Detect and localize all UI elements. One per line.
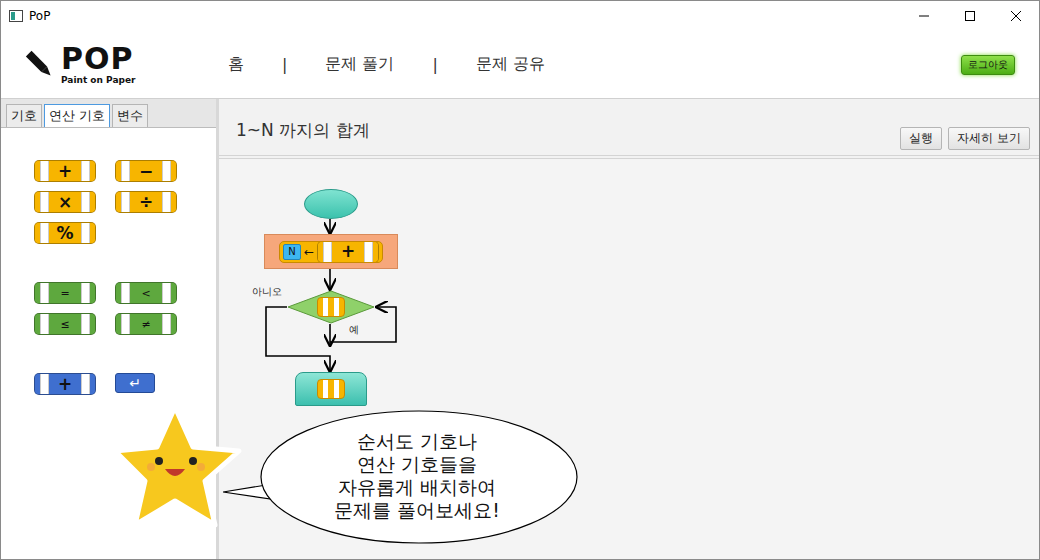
block-symbol: < — [130, 283, 162, 303]
block-symbol: ≤ — [49, 314, 81, 334]
palette-group: = < ≤ ≠ — [34, 282, 216, 335]
palette-block[interactable]: − — [115, 160, 177, 182]
palette-block[interactable]: ≠ — [115, 313, 177, 335]
tab-row: 기호연산 기호변수 — [1, 99, 216, 128]
start-node[interactable] — [304, 189, 358, 219]
operator-block[interactable]: + — [317, 241, 379, 263]
action-buttons: 실행 자세히 보기 — [900, 127, 1030, 150]
minimize-icon — [919, 11, 929, 21]
close-button[interactable] — [993, 1, 1039, 31]
problem-title: 1~N 까지의 합계 — [236, 119, 370, 142]
palette-block[interactable]: × — [34, 191, 96, 213]
block-symbol: + — [49, 374, 81, 394]
palette-block[interactable]: % — [34, 222, 96, 244]
palette-block[interactable]: < — [115, 282, 177, 304]
bubble-line: 순서도 기호나 — [357, 430, 477, 453]
logo-tagline: Paint on Paper — [61, 76, 136, 85]
nav-separator: | — [282, 55, 287, 74]
decision-node[interactable] — [287, 290, 375, 324]
palette-block[interactable]: = — [34, 282, 96, 304]
condition-slot[interactable] — [317, 297, 345, 317]
maximize-button[interactable] — [947, 1, 993, 31]
output-node[interactable] — [295, 372, 367, 406]
logout-button[interactable]: 로그아웃 — [961, 55, 1015, 75]
mascot-hint: 순서도 기호나연산 기호들을자유롭게 배치하여문제를 풀어보세요! — [113, 401, 583, 546]
nav-item[interactable]: 홈 — [228, 54, 244, 75]
assign-block[interactable]: N← + — [279, 241, 383, 263]
palette: +−×÷%=<≤≠+↵ — [1, 128, 216, 395]
header: POP Paint on Paper 홈 | 문제 풀기 | 문제 공유 로그아웃 — [1, 31, 1039, 99]
window-title: PoP — [29, 9, 895, 23]
window-controls — [901, 1, 1039, 31]
action-button[interactable]: 실행 — [900, 127, 942, 150]
block-symbol: = — [49, 283, 81, 303]
palette-group: + − × ÷% — [34, 160, 216, 244]
assign-arrow: ← — [304, 245, 314, 259]
variable-chip[interactable]: N — [283, 244, 301, 260]
sidebar-tab[interactable]: 변수 — [112, 104, 148, 127]
star-mascot-icon — [113, 403, 245, 531]
pencil-icon — [23, 48, 57, 82]
palette-block[interactable]: + — [34, 160, 96, 182]
logo-name: POP — [61, 44, 136, 74]
logo[interactable]: POP Paint on Paper — [23, 44, 228, 85]
block-symbol: − — [130, 161, 162, 181]
maximize-icon — [965, 11, 975, 21]
speech-bubble: 순서도 기호나연산 기호들을자유롭게 배치하여문제를 풀어보세요! — [258, 409, 576, 543]
nav-item[interactable]: 문제 공유 — [476, 54, 545, 75]
minimize-button[interactable] — [901, 1, 947, 31]
title-bar: PoP — [1, 1, 1039, 31]
palette-key[interactable]: ↵ — [115, 373, 155, 393]
palette-group: +↵ — [34, 373, 216, 395]
problem-bar: 1~N 까지의 합계 실행 자세히 보기 — [219, 99, 1039, 159]
block-symbol: + — [49, 161, 81, 181]
bubble-line: 문제를 풀어보세요! — [334, 499, 500, 522]
no-label: 아니오 — [252, 285, 282, 299]
process-node[interactable]: N← + — [264, 234, 398, 269]
sidebar-tab[interactable]: 기호 — [6, 104, 42, 127]
nav-separator: | — [432, 55, 437, 74]
close-icon — [1011, 11, 1021, 21]
bubble-line: 연산 기호들을 — [357, 453, 477, 476]
block-symbol: + — [332, 242, 364, 262]
block-symbol: % — [49, 223, 81, 243]
app-icon — [9, 10, 23, 22]
output-slot[interactable] — [317, 379, 345, 399]
sidebar-tab[interactable]: 연산 기호 — [44, 104, 110, 127]
block-symbol: ≠ — [130, 314, 162, 334]
main-nav: 홈 | 문제 풀기 | 문제 공유 — [228, 54, 961, 75]
logo-text: POP Paint on Paper — [61, 44, 136, 85]
action-button[interactable]: 자세히 보기 — [948, 127, 1030, 150]
palette-block[interactable]: + — [34, 373, 96, 395]
palette-block[interactable]: ÷ — [115, 191, 177, 213]
block-symbol: ÷ — [130, 192, 162, 212]
bubble-line: 자유롭게 배치하여 — [338, 476, 496, 499]
block-symbol: × — [49, 192, 81, 212]
yes-label: 예 — [349, 323, 359, 337]
palette-block[interactable]: ≤ — [34, 313, 96, 335]
app-window: PoPPOPPaint on Paper홈|문제 풀기|문제 공유로그아웃기호연… — [0, 0, 1040, 560]
nav-item[interactable]: 문제 풀기 — [325, 54, 394, 75]
